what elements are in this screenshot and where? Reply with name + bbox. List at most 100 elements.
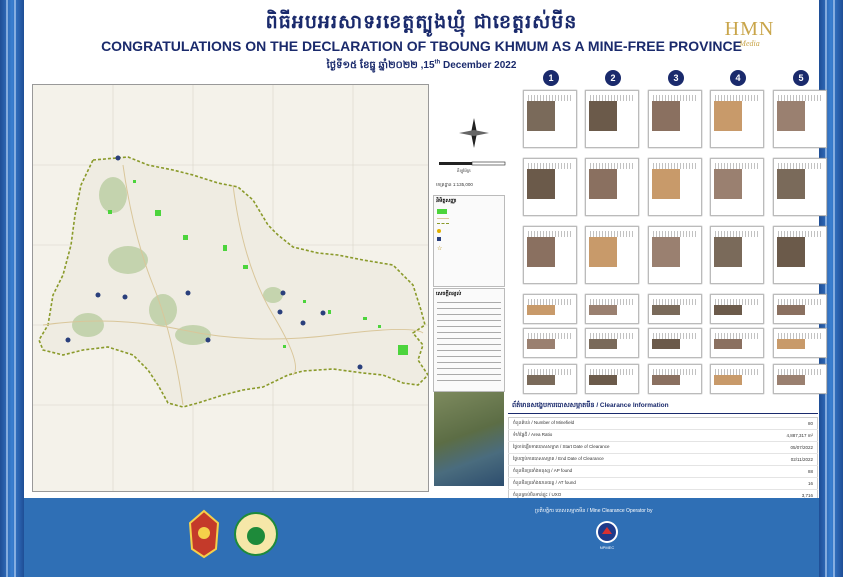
left-border (0, 0, 24, 577)
clearance-info-row: ទំហំផ្ទៃដី / Area Ratio 4,887,317 m² (508, 429, 818, 442)
clearance-thumbnail[interactable] (710, 226, 764, 284)
province-seal (234, 511, 278, 557)
clearance-thumbnail[interactable] (523, 226, 577, 284)
thumbnail-map (527, 305, 555, 315)
thumbnail-map (714, 169, 742, 199)
satellite-inset-map (434, 392, 504, 486)
clearance-thumbnail[interactable] (710, 294, 764, 324)
legend-cleared-swatch (437, 209, 447, 214)
notes-text-block (437, 302, 501, 382)
clearance-thumbnail[interactable] (648, 158, 702, 216)
clearance-info-row: ថ្ងៃបញ្ចប់ការបោសសម្អាត / End Date of Cle… (508, 453, 818, 466)
hmn-media-logo: HMN Media (724, 18, 775, 48)
thumbnail-map (652, 169, 680, 199)
thumbnail-map (714, 237, 742, 267)
clearance-thumbnail[interactable] (710, 90, 764, 148)
emblem-icon (188, 509, 220, 559)
clearance-thumbnail[interactable] (773, 226, 827, 284)
clearance-info-value: 88 (749, 465, 818, 478)
clearance-info-panel: ព័ត៌មានសង្ខេបការបោសសម្អាតមីន / Clearance… (508, 400, 818, 502)
clearance-thumbnail[interactable] (585, 158, 639, 216)
clearance-info-value: 4,887,317 m² (749, 429, 818, 442)
seal-icon (234, 512, 278, 556)
clearance-info-row: ថ្ងៃចាប់ផ្តើមការបោសសម្អាត / Start Date o… (508, 441, 818, 454)
thumbnail-map (652, 237, 680, 267)
clearance-thumbnail[interactable] (710, 364, 764, 394)
operator-logo (596, 521, 618, 543)
clearance-thumbnail[interactable] (773, 328, 827, 358)
legend-title: និមិត្តសញ្ញា (436, 198, 457, 204)
province-map[interactable] (32, 84, 429, 492)
thumbnail-map (777, 375, 805, 385)
thumbnail-map (777, 169, 805, 199)
thumbnail-map (777, 339, 805, 349)
thumbnail-map (589, 305, 617, 315)
clearance-info-value: 02/11/2022 (749, 453, 818, 466)
clearance-info-label: ថ្ងៃចាប់ផ្តើមការបោសសម្អាត / Start Date o… (508, 441, 749, 454)
cmaa-emblem (186, 509, 222, 559)
clearance-info-row: ចំនួនមីនប្រឆាំងយានយន្ត / AT found 16 (508, 477, 818, 490)
clearance-info-value: 05/07/2022 (749, 441, 818, 454)
thumbnail-map (527, 101, 555, 131)
operator-name: NPMEC (599, 545, 615, 550)
clearance-thumbnail[interactable] (523, 328, 577, 358)
thumbnail-map (652, 101, 680, 131)
clearance-thumbnail[interactable] (523, 294, 577, 324)
right-border (819, 0, 843, 577)
scale-bar-graphic (439, 161, 506, 166)
clearance-thumbnail[interactable] (585, 364, 639, 394)
clearance-info-label: ទំហំផ្ទៃដី / Area Ratio (508, 429, 749, 442)
clearance-thumbnail[interactable] (773, 294, 827, 324)
map-legend: និមិត្តសញ្ញា ☆ (433, 195, 505, 287)
clearance-info-row: ចំនួនមីនប្រឆាំងមនុស្ស / AP found 88 (508, 465, 818, 478)
clearance-thumbnail[interactable] (648, 364, 702, 394)
thumbnail-map (527, 237, 555, 267)
map-notes: សេចក្តីពន្យល់ (433, 288, 505, 392)
thumbnail-map (527, 375, 555, 385)
clearance-thumbnail[interactable] (585, 328, 639, 358)
thumbnail-column-number: 5 (793, 70, 809, 86)
clearance-thumbnail[interactable] (523, 90, 577, 148)
clearance-thumbnail[interactable] (585, 90, 639, 148)
clearance-info-title: ព័ត៌មានសង្ខេបការបោសសម្អាតមីន / Clearance… (508, 400, 818, 414)
thumbnail-map (589, 101, 617, 131)
map-svg (33, 85, 428, 491)
clearance-info-row: ចំនួនតំបន់ / Number of Minefield 80 (508, 417, 818, 430)
clearance-info-label: ថ្ងៃបញ្ចប់ការបោសសម្អាត / End Date of Cle… (508, 453, 749, 466)
clearance-thumbnail[interactable] (773, 158, 827, 216)
english-title: CONGRATULATIONS ON THE DECLARATION OF TB… (101, 38, 742, 54)
legend-star-icon: ☆ (437, 246, 443, 252)
clearance-thumbnail[interactable] (523, 158, 577, 216)
clearance-info-label: ចំនួនតំបន់ / Number of Minefield (508, 417, 749, 430)
clearance-thumbnail[interactable] (523, 364, 577, 394)
thumbnail-map (589, 339, 617, 349)
legend-road-swatch (437, 218, 449, 219)
clearance-thumbnail[interactable] (648, 226, 702, 284)
clearance-thumbnail[interactable] (648, 294, 702, 324)
clearance-thumbnail[interactable] (648, 328, 702, 358)
khmer-title: ពិធីអបអរសាទរខេត្តត្បូងឃ្មុំ ជាខេត្តរស់មី… (265, 11, 578, 33)
thumbnail-map (777, 237, 805, 267)
clearance-thumbnail[interactable] (585, 294, 639, 324)
clearance-info-value: 16 (749, 477, 818, 490)
map-scale-bar: គីឡូម៉ែត្រ (437, 157, 507, 173)
thumbnail-column-number: 4 (730, 70, 746, 86)
thumbnail-map (714, 339, 742, 349)
thumbnail-map (589, 375, 617, 385)
thumbnail-map (777, 101, 805, 131)
clearance-thumbnail[interactable] (773, 364, 827, 394)
thumbnail-column-number: 3 (668, 70, 684, 86)
clearance-info-value: 80 (749, 417, 818, 430)
clearance-info-table: ចំនួនតំបន់ / Number of Minefield 80 ទំហំផ្… (508, 417, 818, 502)
legend-boundary-swatch (437, 223, 449, 225)
map-compass (459, 118, 489, 148)
thumbnail-column-number: 2 (605, 70, 621, 86)
thumbnail-map (589, 237, 617, 267)
clearance-thumbnail[interactable] (710, 328, 764, 358)
clearance-thumbnail[interactable] (773, 90, 827, 148)
clearance-thumbnail[interactable] (585, 226, 639, 284)
legend-office-icon (437, 237, 441, 241)
clearance-thumbnail[interactable] (710, 158, 764, 216)
clearance-thumbnail[interactable] (648, 90, 702, 148)
thumbnail-column-number: 1 (543, 70, 559, 86)
